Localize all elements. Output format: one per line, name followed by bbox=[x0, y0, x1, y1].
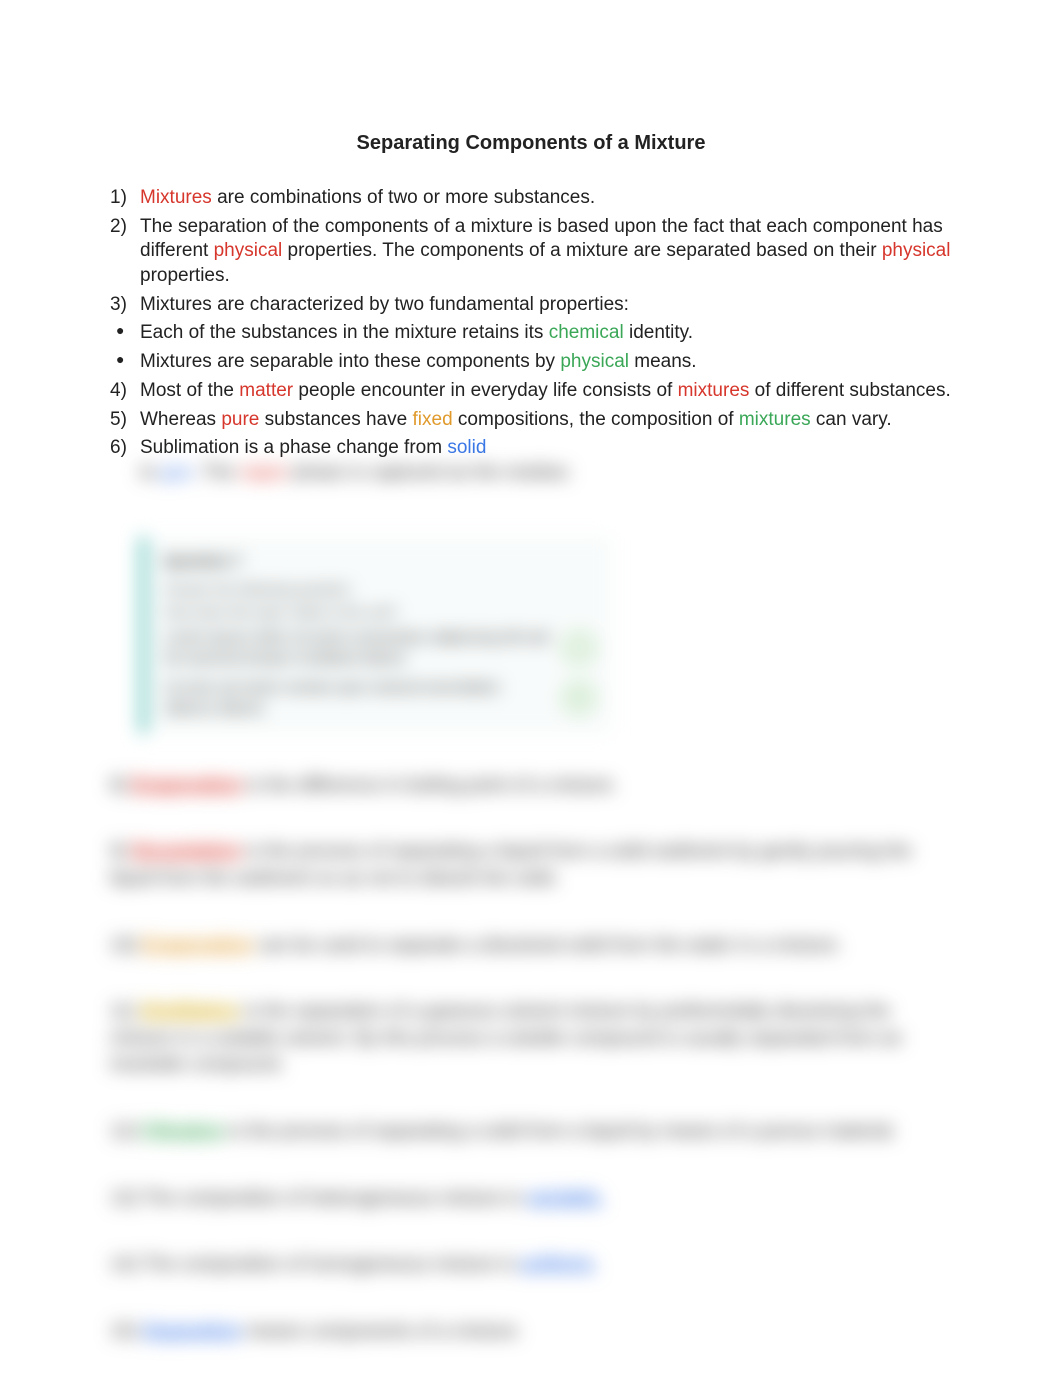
text: is the process of separating a solid fro… bbox=[224, 1121, 897, 1142]
paragraph: 13) The composition of heterogeneous mix… bbox=[110, 1186, 952, 1213]
text: properties. bbox=[140, 265, 230, 286]
paragraph: 10) Evaporation can be used to separate … bbox=[110, 933, 952, 960]
keyword-matter: matter bbox=[239, 380, 293, 401]
list-item: Most of the matter people encounter in e… bbox=[110, 379, 952, 404]
paragraph: 14) The composition of homogeneous mixtu… bbox=[110, 1252, 952, 1279]
list-item: Mixtures are characterized by two fundam… bbox=[110, 293, 952, 318]
keyword-mixtures: mixtures bbox=[739, 409, 811, 430]
paragraph: 12) Filtration is the process of separat… bbox=[110, 1119, 952, 1146]
keyword-physical: physical bbox=[560, 351, 629, 372]
list-item: Whereas pure substances have fixed compo… bbox=[110, 408, 952, 433]
text: means. bbox=[629, 351, 697, 372]
text: compositions, the composition of bbox=[453, 409, 739, 430]
card-line: How does this topic relate to the unit? bbox=[164, 603, 594, 623]
text: people encounter in everyday life consis… bbox=[293, 380, 677, 401]
keyword-pure: pure bbox=[221, 409, 259, 430]
keyword-mixtures: mixtures bbox=[678, 380, 750, 401]
numbered-list: Mixtures are combinations of two or more… bbox=[110, 186, 952, 317]
text: phase is captured as the residue. bbox=[288, 462, 573, 483]
text: are combinations of two or more substanc… bbox=[212, 187, 595, 208]
option-badge: A bbox=[564, 633, 594, 663]
text: 11) bbox=[110, 1001, 141, 1022]
keyword: uniform. bbox=[520, 1254, 596, 1275]
keyword: variable. bbox=[527, 1188, 604, 1209]
option-badge: B bbox=[564, 683, 594, 713]
keyword: Decantation bbox=[132, 841, 241, 862]
list-item: Mixtures are separable into these compon… bbox=[110, 350, 952, 375]
keyword: Separation bbox=[143, 1321, 241, 1342]
card-line: Answer the following question: bbox=[164, 580, 594, 600]
keyword-mixtures: Mixtures bbox=[140, 187, 212, 208]
text: substances have bbox=[259, 409, 412, 430]
text: 10) bbox=[110, 935, 143, 956]
question-card: Question 7 Answer the following question… bbox=[140, 537, 612, 733]
text: to bbox=[140, 462, 161, 483]
card-option-text: Ut enim ad minim veniam quis nostrud exe… bbox=[164, 677, 554, 719]
text: can vary. bbox=[811, 409, 892, 430]
bullet-list: Each of the substances in the mixture re… bbox=[110, 321, 952, 374]
paragraph: 15) Separation means components of a mix… bbox=[110, 1319, 952, 1346]
paragraph: 11) Distillation is the separation of a … bbox=[110, 999, 952, 1079]
keyword-fixed: fixed bbox=[413, 409, 453, 430]
keyword-physical: physical bbox=[214, 240, 283, 261]
text: Mixtures are separable into these compon… bbox=[140, 351, 560, 372]
text: 9) bbox=[110, 841, 132, 862]
list-item: The separation of the components of a mi… bbox=[110, 215, 952, 289]
list-item: Mixtures are combinations of two or more… bbox=[110, 186, 952, 211]
text: can be used to separate a dissolved soli… bbox=[253, 935, 842, 956]
text: 15) bbox=[110, 1321, 143, 1342]
paragraph: 9) Decantation is the process of separat… bbox=[110, 839, 952, 892]
paragraph: 8) Evaporation is the difference in boil… bbox=[110, 773, 952, 800]
keyword: Evaporation bbox=[143, 935, 253, 956]
text: Mixtures are characterized by two fundam… bbox=[140, 294, 629, 315]
text: is the difference in boiling point of a … bbox=[242, 775, 618, 796]
page-title: Separating Components of a Mixture bbox=[110, 130, 952, 156]
text: identity. bbox=[624, 322, 693, 343]
text: Most of the bbox=[140, 380, 239, 401]
keyword: Filtration bbox=[143, 1121, 224, 1142]
list-item: Each of the substances in the mixture re… bbox=[110, 321, 952, 346]
text: 13) The composition of heterogeneous mix… bbox=[110, 1188, 527, 1209]
keyword-physical: physical bbox=[882, 240, 951, 261]
card-heading: Question 7 bbox=[164, 551, 594, 572]
text: Each of the substances in the mixture re… bbox=[140, 322, 549, 343]
text: 8) bbox=[110, 775, 132, 796]
text: Whereas bbox=[140, 409, 221, 430]
keyword-chemical: chemical bbox=[549, 322, 624, 343]
keyword: Distillation bbox=[141, 1001, 238, 1022]
text: properties. The components of a mixture … bbox=[282, 240, 882, 261]
text: 14) The composition of homogeneous mixtu… bbox=[110, 1254, 520, 1275]
keyword-vapor: vapor bbox=[240, 462, 288, 483]
text: . The bbox=[192, 462, 240, 483]
blurred-preview: to gas. The vapor phase is captured as t… bbox=[0, 440, 1062, 1377]
card-option-text: Lorem ipsum dolor sit amet consectetur a… bbox=[164, 627, 554, 669]
text: of different substances. bbox=[749, 380, 950, 401]
keyword-gas: gas bbox=[161, 462, 192, 483]
text: 12) bbox=[110, 1121, 143, 1142]
keyword: Evaporation bbox=[132, 775, 242, 796]
text: means components of a mixture. bbox=[241, 1321, 522, 1342]
